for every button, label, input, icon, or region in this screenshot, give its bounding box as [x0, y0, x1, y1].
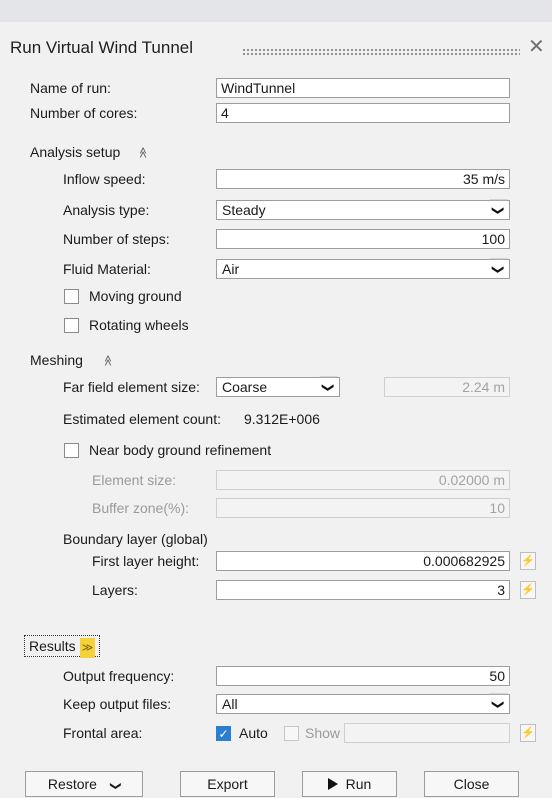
results-label: Results [29, 638, 76, 654]
keep-output-files-value: All [222, 696, 238, 712]
chevron-down-icon: ❯ [489, 693, 508, 715]
chevron-down-icon: ❯ [109, 781, 122, 791]
boundary-layer-label: Boundary layer (global) [63, 531, 208, 547]
auto-label: Auto [239, 725, 268, 741]
output-frequency-label: Output frequency: [63, 668, 175, 684]
near-body-refinement-checkbox[interactable] [64, 443, 79, 458]
drag-grip[interactable] [242, 48, 520, 56]
layers-input[interactable]: 3 [216, 580, 510, 600]
lightning-icon[interactable]: ⚡ [520, 552, 536, 570]
frontal-area-label: Frontal area: [63, 725, 143, 741]
auto-checkbox[interactable]: ✓ [216, 726, 231, 741]
panel-title: Run Virtual Wind Tunnel [10, 38, 194, 57]
estimated-count-value: 9.312E+006 [244, 411, 320, 427]
number-of-steps-input[interactable]: 100 [216, 229, 510, 249]
rotating-wheels-checkbox[interactable] [64, 318, 79, 333]
play-icon [327, 778, 338, 790]
window-top-strip [0, 0, 552, 23]
close-button[interactable]: Close [424, 771, 519, 797]
analysis-type-select[interactable]: Steady ❯ [216, 199, 510, 221]
chevron-down-icon: ❯ [319, 376, 338, 398]
fluid-material-value: Air [222, 261, 240, 277]
output-frequency-input[interactable]: 50 [216, 666, 510, 686]
show-label: Show [305, 725, 341, 741]
run-button[interactable]: Run [302, 771, 397, 797]
analysis-type-value: Steady [222, 202, 266, 218]
estimated-count-label: Estimated element count: [63, 411, 221, 427]
analysis-type-label: Analysis type: [63, 202, 150, 218]
export-button[interactable]: Export [180, 771, 275, 797]
near-body-refinement-label: Near body ground refinement [89, 442, 272, 458]
lightning-icon[interactable]: ⚡ [520, 724, 536, 742]
far-field-size-input: 2.24 m [384, 377, 510, 397]
fluid-material-label: Fluid Material: [63, 261, 151, 277]
number-of-steps-label: Number of steps: [63, 231, 170, 247]
number-of-cores-input[interactable]: 4 [216, 103, 510, 123]
name-of-run-label: Name of run: [30, 80, 111, 96]
far-field-label: Far field element size: [63, 379, 200, 395]
number-of-cores-label: Number of cores: [30, 105, 138, 121]
restore-label: Restore [47, 776, 97, 792]
buffer-zone-input: 10 [216, 498, 510, 518]
inflow-speed-input[interactable]: 35 m/s [216, 169, 510, 189]
moving-ground-checkbox[interactable] [64, 289, 79, 304]
keep-output-files-label: Keep output files: [63, 696, 172, 712]
far-field-select[interactable]: Coarse ❯ [216, 376, 340, 398]
lightning-icon[interactable]: ⚡ [520, 581, 536, 599]
element-size-input: 0.02000 m [216, 470, 510, 490]
moving-ground-label: Moving ground [89, 288, 182, 304]
wind-tunnel-panel: Run Virtual Wind Tunnel ✕ Name of run: W… [0, 22, 552, 797]
run-label: Run [345, 776, 372, 792]
results-section-header[interactable]: Results ≫ [24, 635, 101, 658]
first-layer-height-label: First layer height: [92, 553, 200, 569]
chevron-down-icon: ❯ [489, 199, 508, 221]
first-layer-height-input[interactable]: 0.000682925 [216, 551, 510, 571]
fluid-material-select[interactable]: Air ❯ [216, 258, 510, 280]
collapse-results-icon[interactable]: ≫ [79, 638, 96, 658]
restore-button[interactable]: Restore ❯ [25, 771, 143, 797]
inflow-speed-label: Inflow speed: [63, 171, 146, 187]
element-size-label: Element size: [92, 472, 177, 488]
rotating-wheels-label: Rotating wheels [89, 317, 189, 333]
analysis-setup-label: Analysis setup [30, 144, 121, 160]
collapse-analysis-icon[interactable]: ≫ [136, 147, 149, 159]
buffer-zone-label: Buffer zone(%): [92, 500, 190, 516]
layers-label: Layers: [92, 582, 138, 598]
far-field-value: Coarse [222, 379, 268, 395]
keep-output-files-select[interactable]: All ❯ [216, 693, 510, 715]
name-of-run-input[interactable]: WindTunnel [216, 78, 510, 98]
chevron-down-icon: ❯ [489, 258, 508, 280]
close-icon[interactable]: ✕ [528, 34, 545, 59]
collapse-meshing-icon[interactable]: ≫ [101, 355, 114, 367]
show-checkbox [284, 726, 299, 741]
meshing-label: Meshing [30, 352, 83, 368]
frontal-area-input [344, 723, 510, 743]
